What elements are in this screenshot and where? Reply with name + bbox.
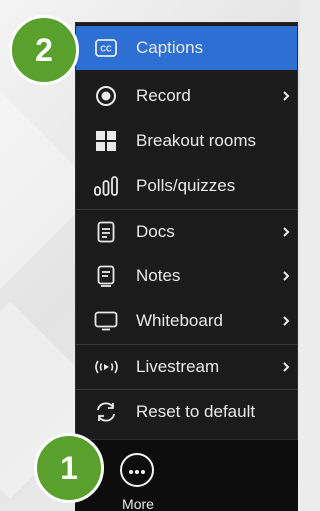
menu-item-reset-to-default[interactable]: Reset to default bbox=[76, 390, 297, 434]
step-1-callout: 1 bbox=[34, 433, 104, 503]
grid-icon bbox=[92, 127, 120, 155]
menu-item-breakout-rooms[interactable]: Breakout rooms bbox=[76, 119, 297, 163]
record-icon bbox=[92, 82, 120, 110]
chevron-right-icon bbox=[281, 89, 291, 103]
menu-item-docs[interactable]: Docs bbox=[76, 210, 297, 254]
menu-item-polls-quizzes[interactable]: Polls/quizzes bbox=[76, 164, 297, 208]
chevron-right-icon bbox=[281, 314, 291, 328]
menu-item-label: Whiteboard bbox=[136, 311, 223, 330]
menu-item-label: Docs bbox=[136, 222, 175, 241]
document-icon bbox=[92, 218, 120, 246]
more-label: More bbox=[122, 496, 154, 511]
more-icon-dot bbox=[135, 470, 139, 474]
menu-item-record[interactable]: Record bbox=[76, 74, 297, 118]
chevron-right-icon bbox=[281, 360, 291, 374]
more-menu: CC Captions Record Breakout rooms Polls/… bbox=[75, 22, 298, 440]
step-2-callout: 2 bbox=[9, 15, 79, 85]
bottom-toolbar bbox=[75, 440, 298, 511]
svg-text:CC: CC bbox=[100, 45, 112, 54]
menu-item-label: Reset to default bbox=[136, 402, 256, 421]
chevron-right-icon bbox=[281, 269, 291, 283]
menu-item-label: Record bbox=[136, 86, 191, 105]
notes-icon bbox=[92, 262, 120, 290]
more-icon bbox=[120, 453, 154, 487]
menu-item-notes[interactable]: Notes bbox=[76, 254, 297, 298]
menu-item-label: Breakout rooms bbox=[136, 131, 256, 150]
menu-item-livestream[interactable]: Livestream bbox=[76, 345, 297, 389]
menu-item-label: Captions bbox=[136, 38, 204, 57]
cc-icon: CC bbox=[92, 34, 120, 62]
menu-item-label: Polls/quizzes bbox=[136, 176, 236, 195]
whiteboard-icon bbox=[92, 307, 120, 335]
menu-item-label: Livestream bbox=[136, 357, 220, 376]
more-icon-dot bbox=[129, 470, 133, 474]
chevron-right-icon bbox=[281, 225, 291, 239]
menu-item-label: Notes bbox=[136, 266, 181, 285]
bar-chart-icon bbox=[92, 172, 120, 200]
reset-icon bbox=[92, 398, 120, 426]
menu-item-whiteboard[interactable]: Whiteboard bbox=[76, 299, 297, 343]
livestream-icon bbox=[92, 353, 120, 381]
more-button[interactable]: More bbox=[117, 450, 159, 511]
menu-item-captions[interactable]: CC Captions bbox=[76, 26, 297, 70]
more-icon-dot bbox=[141, 470, 145, 474]
